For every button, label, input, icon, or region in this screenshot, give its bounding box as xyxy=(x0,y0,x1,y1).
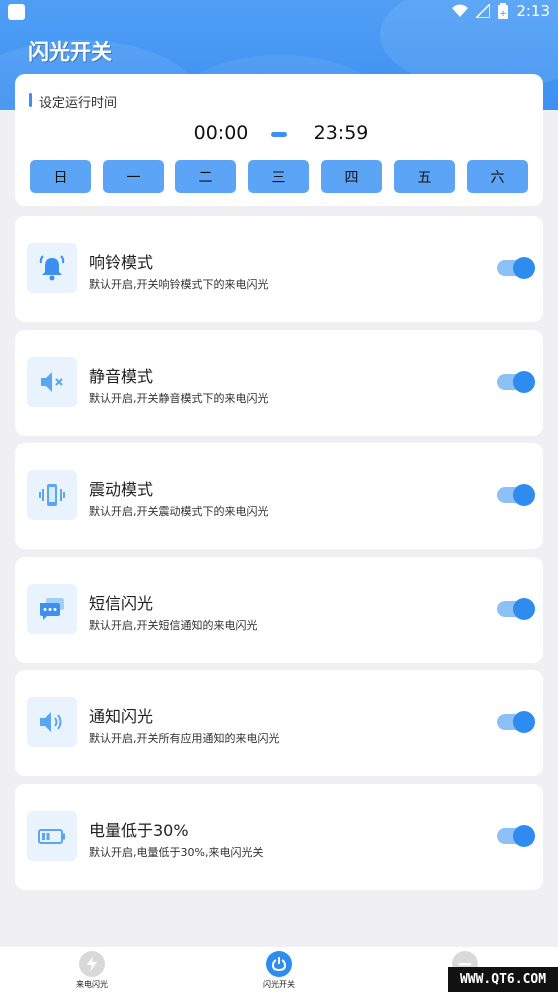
day-button-thu[interactable]: 四 xyxy=(321,160,382,193)
page-title: 闪光开关 xyxy=(28,40,112,64)
end-time[interactable]: 23:59 xyxy=(305,122,377,144)
mode-description: 默认开启,电量低于30%,来电闪光关 xyxy=(89,846,264,859)
schedule-card: 设定运行时间 00:00 23:59 日 一 二 三 四 五 六 xyxy=(15,74,543,206)
mode-card-ring: 响铃模式 默认开启,开关响铃模式下的来电闪光 xyxy=(15,216,543,322)
mode-card-mute: 静音模式 默认开启,开关静音模式下的来电闪光 xyxy=(15,330,543,436)
nav-tab-incoming-flash[interactable]: 来电闪光 xyxy=(62,951,122,990)
signal-icon xyxy=(476,4,491,18)
svg-text:+: + xyxy=(500,9,508,19)
mode-title: 通知闪光 xyxy=(89,707,154,726)
mode-description: 默认开启,开关所有应用通知的来电闪光 xyxy=(89,732,280,745)
day-button-wed[interactable]: 三 xyxy=(248,160,309,193)
flash-icon xyxy=(79,951,105,977)
mode-description: 默认开启,开关短信通知的来电闪光 xyxy=(89,619,258,632)
battery-icon xyxy=(27,811,77,861)
time-separator xyxy=(271,132,287,137)
day-button-mon[interactable]: 一 xyxy=(103,160,164,193)
notification-icon xyxy=(8,4,25,20)
battery-status-icon: + xyxy=(498,3,509,19)
day-button-sat[interactable]: 六 xyxy=(467,160,528,193)
nav-label: 闪光开关 xyxy=(263,980,295,989)
start-time[interactable]: 00:00 xyxy=(191,122,251,144)
notification-flash-toggle[interactable] xyxy=(497,711,535,733)
mute-icon xyxy=(27,357,77,407)
schedule-label: 设定运行时间 xyxy=(29,92,117,111)
mode-title: 静音模式 xyxy=(89,367,154,386)
mode-card-low-battery: 电量低于30% 默认开启,电量低于30%,来电闪光关 xyxy=(15,784,543,890)
low-battery-toggle[interactable] xyxy=(497,825,535,847)
mute-mode-toggle[interactable] xyxy=(497,371,535,393)
mode-title: 响铃模式 xyxy=(89,253,154,272)
site-watermark: WWW.QT6.COM xyxy=(448,967,558,992)
speaker-icon xyxy=(27,697,77,747)
wifi-icon xyxy=(452,4,469,17)
nav-tab-flash-switch[interactable]: 闪光开关 xyxy=(249,951,309,990)
mode-card-sms: 短信闪光 默认开启,开关短信通知的来电闪光 xyxy=(15,557,543,663)
mode-card-vibrate: 震动模式 默认开启,开关震动模式下的来电闪光 xyxy=(15,443,543,549)
bell-icon xyxy=(27,243,77,293)
mode-description: 默认开启,开关震动模式下的来电闪光 xyxy=(89,505,269,518)
status-bar: + 2:13 xyxy=(0,0,558,24)
day-button-tue[interactable]: 二 xyxy=(175,160,236,193)
message-icon xyxy=(27,584,77,634)
vibrate-icon xyxy=(27,470,77,520)
sms-flash-toggle[interactable] xyxy=(497,598,535,620)
day-button-sun[interactable]: 日 xyxy=(30,160,91,193)
power-icon xyxy=(266,951,292,977)
mode-description: 默认开启,开关响铃模式下的来电闪光 xyxy=(89,278,269,291)
mode-title: 震动模式 xyxy=(89,480,154,499)
vibrate-mode-toggle[interactable] xyxy=(497,484,535,506)
ring-mode-toggle[interactable] xyxy=(497,257,535,279)
mode-card-notification: 通知闪光 默认开启,开关所有应用通知的来电闪光 xyxy=(15,670,543,776)
mode-title: 电量低于30% xyxy=(89,821,189,840)
nav-label: 来电闪光 xyxy=(76,980,108,989)
status-time: 2:13 xyxy=(516,2,550,20)
day-button-fri[interactable]: 五 xyxy=(394,160,455,193)
mode-description: 默认开启,开关静音模式下的来电闪光 xyxy=(89,392,269,405)
mode-title: 短信闪光 xyxy=(89,594,154,613)
